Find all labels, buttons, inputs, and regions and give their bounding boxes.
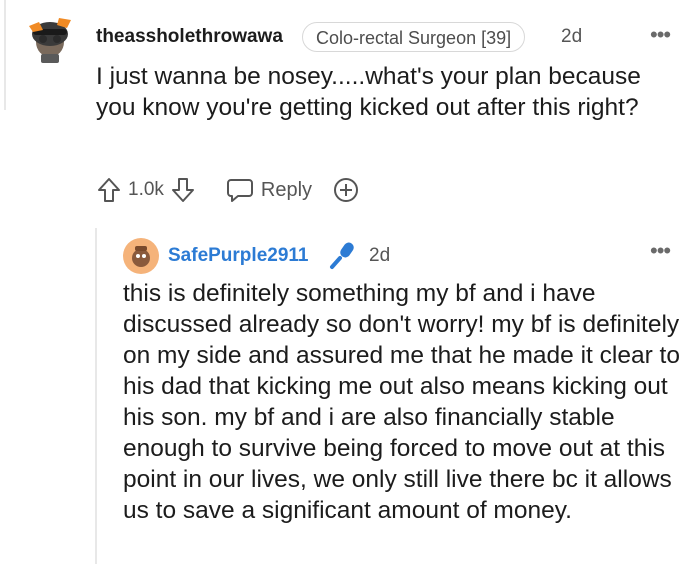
comment-body: I just wanna be nosey.....what's your pl… (96, 63, 641, 121)
reply-label: Reply (260, 178, 313, 201)
microphone-icon (328, 240, 358, 275)
comment-username[interactable]: theassholethrowawa (96, 26, 283, 48)
thread-line[interactable] (4, 0, 6, 110)
comment-actions: 1.0k Reply (96, 174, 360, 206)
avatar[interactable] (123, 238, 159, 274)
speech-bubble-icon (226, 177, 254, 203)
add-award-icon[interactable] (332, 176, 360, 204)
reply-thread-line[interactable] (95, 228, 97, 564)
user-flair: Colo-rectal Surgeon [39] (302, 22, 526, 52)
reply-body: this is definitely something my bf and i… (123, 280, 680, 524)
vote-count: 1.0k (128, 179, 164, 200)
reply-username[interactable]: SafePurple2911 (168, 245, 308, 267)
reply-timestamp: 2d (369, 245, 391, 266)
reply-button[interactable]: Reply (226, 177, 312, 203)
more-options-icon[interactable]: ••• (650, 238, 671, 264)
avatar[interactable] (25, 12, 75, 64)
more-options-icon[interactable]: ••• (650, 22, 671, 48)
comment-timestamp: 2d (561, 26, 583, 47)
downvote-arrow-icon[interactable] (170, 176, 196, 204)
upvote-arrow-icon[interactable] (96, 176, 122, 204)
